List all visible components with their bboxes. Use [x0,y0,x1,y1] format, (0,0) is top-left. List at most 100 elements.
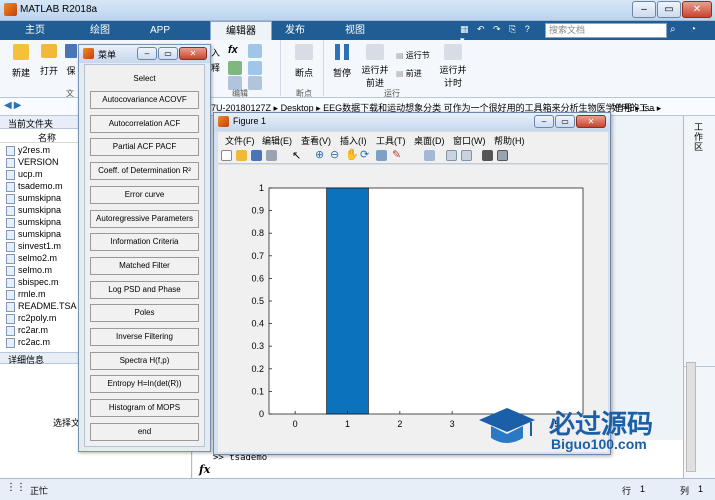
run-time-button[interactable]: 运行并 计时 [438,44,468,89]
pause-button[interactable]: 暂停 [328,44,356,79]
legend-icon[interactable] [461,150,472,161]
nav-arrows-icon[interactable]: ◀▶ [4,100,23,111]
file-list-item[interactable]: sumskipna [6,216,61,228]
run-section-button[interactable]: ▤ 运行节 [396,50,430,61]
close-button[interactable]: ✕ [179,47,207,60]
new-figure-icon[interactable] [221,150,232,161]
save-icon[interactable] [251,150,262,161]
file-icon [6,145,15,156]
open-icon[interactable] [236,150,247,161]
tab-editor[interactable]: 编辑器 [210,21,272,40]
zoom-out-icon[interactable]: ⊖ [330,148,339,161]
menu-tools[interactable]: 工具(T) [376,134,406,147]
insert-button[interactable]: 入 [211,46,220,59]
tab-apps[interactable]: APP [130,21,190,40]
file-list-item[interactable]: sumskipna [6,192,61,204]
menu-option-button[interactable]: Histogram of MOPS [90,399,199,418]
close-button[interactable]: ✕ [682,1,712,18]
run-advance-button[interactable]: 运行并 前进 [360,44,390,89]
menu-help[interactable]: 帮助(H) [494,134,525,147]
menu-edit[interactable]: 编辑(E) [262,134,292,147]
menu-option-button[interactable]: Autoregressive Parameters [90,209,199,228]
open-button[interactable]: 打开 [36,44,62,77]
link-plot-icon[interactable] [424,150,435,161]
bell-icon[interactable]: ◔ [690,24,696,35]
file-list-item[interactable]: ucp.m [6,168,43,180]
menu-option-button[interactable]: Information Criteria [90,233,199,252]
tab-plots[interactable]: 绘图 [70,21,130,40]
minimize-button[interactable]: – [632,1,656,18]
run-advance-label: 运行并 [361,65,389,75]
search-input[interactable]: 搜索文档 [545,23,667,38]
menu-option-button[interactable]: Matched Filter [90,256,199,275]
maximize-button[interactable]: ▭ [158,47,178,60]
percent-icon[interactable] [228,61,242,75]
menu-option-button[interactable]: Coeff. of Determination R² [90,162,199,181]
outdent-icon[interactable] [248,76,262,90]
file-icon [6,277,15,288]
close-button[interactable]: ✕ [576,115,606,128]
file-list-item[interactable]: README.TSA [6,300,77,312]
hide-plot-tools-icon[interactable] [482,150,493,161]
menu-file[interactable]: 文件(F) [225,134,255,147]
file-list-item[interactable]: y2res.m [6,144,50,156]
menu-option-button[interactable]: Inverse Filtering [90,328,199,346]
menu-option-button[interactable]: Partial ACF PACF [90,138,199,157]
print-icon[interactable] [266,150,277,161]
insert-label: 入 [211,48,221,58]
menu-option-button[interactable]: end [90,422,199,441]
menu-option-button[interactable]: Entropy H=ln(det(R)) [90,375,199,394]
show-plot-tools-icon[interactable] [497,150,508,161]
maximize-button[interactable]: ▭ [657,1,681,18]
tab-view[interactable]: 视图 [325,21,385,40]
file-list-item[interactable]: tsademo.m [6,180,63,192]
zoom-in-icon[interactable]: ⊕ [315,148,324,161]
menu-insert[interactable]: 插入(I) [340,134,367,147]
file-list-item[interactable]: selmo.m [6,264,52,276]
file-list-item[interactable]: sinvest1.m [6,240,61,252]
col-value: 1 [698,484,704,494]
menu-desktop[interactable]: 桌面(D) [414,134,445,147]
menu-option-button[interactable]: Autocorrelation ACF [90,114,199,133]
breakpoint-button[interactable]: 断点 [290,44,318,79]
advance-button[interactable]: ▤ 前进 [396,68,422,79]
indent-icon[interactable] [248,44,262,58]
tab-home[interactable]: 主页 [0,21,70,40]
file-list-item[interactable]: sumskipna [6,204,61,216]
menu-window[interactable]: 窗口(W) [453,134,486,147]
pan-icon[interactable]: ✋ [345,148,359,161]
y-tick-label: 0.3 [251,341,264,351]
fx-icon[interactable]: fx [199,463,210,476]
file-list-item[interactable]: rc2poly.m [6,312,56,324]
menu-option-button[interactable]: Poles [90,304,199,323]
new-button[interactable]: 新建 [8,44,34,79]
pointer-icon[interactable]: ↖ [292,149,301,162]
menu-view[interactable]: 查看(V) [301,134,331,147]
file-list-item[interactable]: rc2ar.m [6,324,48,336]
file-list-item[interactable]: selmo2.m [6,252,57,264]
column-name[interactable]: 名称 [38,131,56,144]
data-cursor-icon[interactable] [376,150,387,161]
search-icon[interactable]: ⌕ [670,24,676,35]
file-list-item[interactable]: rc2ac.m [6,336,50,348]
menu-option-button[interactable]: Log PSD and Phase [90,280,199,299]
col-label: 列 [680,486,690,496]
save-button[interactable]: 保 [64,44,78,77]
brush-icon[interactable]: ✎ [392,148,401,161]
colorbar-icon[interactable] [446,150,457,161]
rotate-icon[interactable]: ⟳ [360,148,369,161]
comment-button[interactable]: 释 [211,61,220,74]
menu-option-button[interactable]: Spectra H(f,p) [90,351,199,370]
file-list-item[interactable]: VERSION [6,156,59,168]
file-list-item[interactable]: rmle.m [6,288,46,300]
wrap-icon[interactable] [248,61,262,75]
file-list-item[interactable]: sumskipna [6,228,61,240]
menu-option-button[interactable]: Error curve [90,185,199,204]
minimize-button[interactable]: – [137,47,157,60]
minimize-button[interactable]: – [534,115,554,128]
tab-publish[interactable]: 发布 [265,21,325,40]
file-list-item[interactable]: sbispec.m [6,276,59,288]
fx-icon[interactable]: fx [228,44,238,56]
menu-option-button[interactable]: Autocovariance ACOVF [90,91,199,109]
maximize-button[interactable]: ▭ [555,115,575,128]
